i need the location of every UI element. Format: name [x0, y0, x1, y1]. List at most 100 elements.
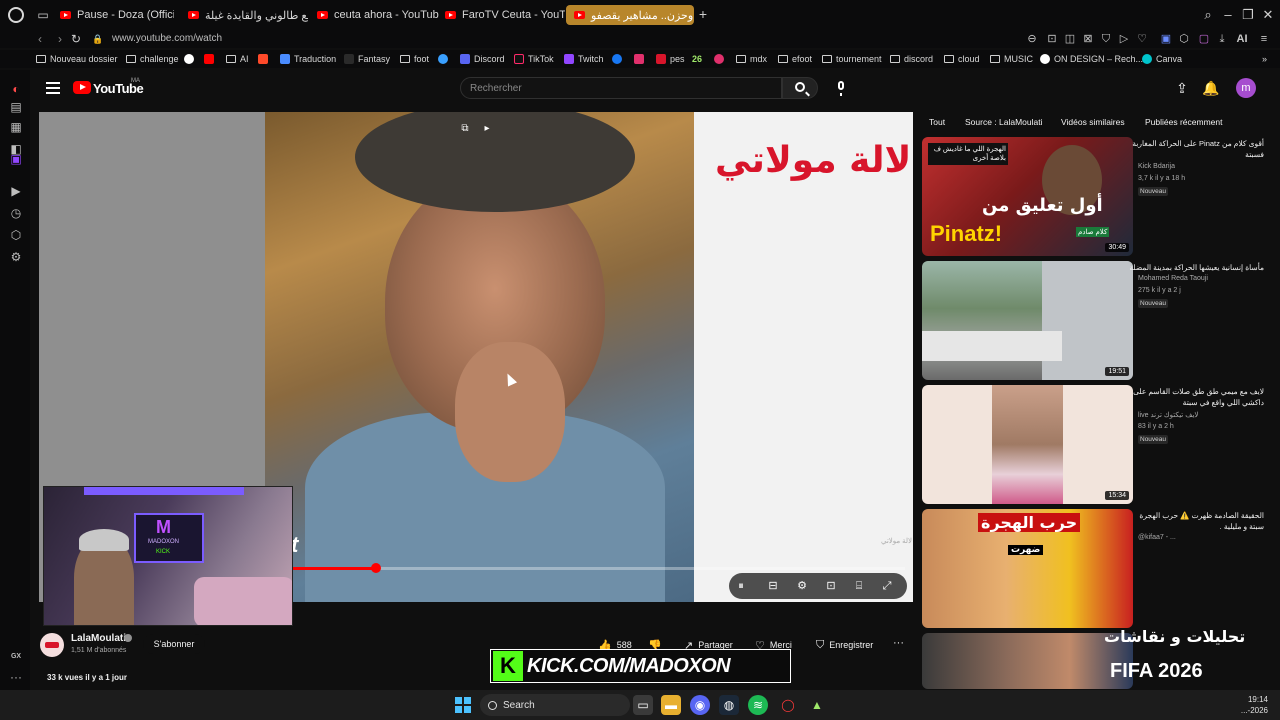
tab-island-icon[interactable]: ▭	[36, 8, 50, 22]
cast-icon[interactable]: ⌸	[851, 579, 867, 593]
tab-3[interactable]: ceuta ahora - YouTube	[309, 5, 439, 25]
bookmark-challenge[interactable]: challenge	[126, 52, 179, 66]
bookmark-google[interactable]	[184, 52, 194, 66]
rec-thumbnail-5[interactable]	[922, 633, 1133, 689]
search-tabs-icon[interactable]: ⌕	[1200, 7, 1216, 23]
gx-corner-icon[interactable]: ▦	[9, 120, 23, 134]
close-icon[interactable]: ✕	[1260, 7, 1276, 23]
settings-icon[interactable]: ⚙	[9, 250, 23, 264]
url-field[interactable]: www.youtube.com/watch	[112, 32, 222, 46]
adblock-icon[interactable]: ⊠	[1080, 31, 1096, 47]
gx-label[interactable]: GX	[9, 650, 23, 664]
rec-title-4[interactable]: الحقيقة الصادمة ظهرت ⚠️ حرب الهجرة سبتة …	[1124, 510, 1264, 532]
hamburger-menu-icon[interactable]	[46, 82, 60, 94]
bookmark-tiktok[interactable]: TikTok	[514, 52, 554, 66]
tab-4[interactable]: FaroTV Ceuta - YouTube	[437, 5, 565, 25]
twitch-sidebar-icon[interactable]: ▣	[9, 152, 23, 166]
aria-icon[interactable]: ◐	[9, 82, 23, 96]
play-icon[interactable]: ▷	[1116, 31, 1132, 47]
new-tab-button[interactable]: +	[696, 7, 710, 21]
progress-scrubber[interactable]	[370, 563, 381, 573]
bookmark-on-design[interactable]: ON DESIGN – Rech...	[1040, 52, 1143, 66]
bookmark-instagram[interactable]	[634, 52, 644, 66]
bookmark-efoot[interactable]: efoot	[778, 52, 812, 66]
bookmark-app2[interactable]	[438, 52, 448, 66]
chip-similar[interactable]: Vidéos similaires	[1061, 115, 1125, 129]
zoom-icon[interactable]: ⊖	[1024, 31, 1040, 47]
create-upload-icon[interactable]: ⇪	[1173, 79, 1191, 97]
bookmark-ai[interactable]: AI	[226, 52, 249, 66]
player-sidebar-icon[interactable]: ▶	[9, 184, 23, 198]
chip-all[interactable]: Tout	[929, 115, 945, 129]
miniplayer-toggle-icon[interactable]: ⊡	[823, 579, 839, 593]
rec-channel-2[interactable]: Mohamed Reda Taouji	[1138, 275, 1208, 282]
pause-icon[interactable]: ⏸	[733, 579, 749, 593]
spotify-icon[interactable]: ≋	[748, 695, 768, 715]
channel-name[interactable]: LalaMoulati	[71, 633, 126, 644]
bookmark-app3[interactable]	[714, 52, 724, 66]
tab-1[interactable]: Pause - Doza (Official Audi	[52, 5, 174, 25]
bookmark-facebook[interactable]	[612, 52, 622, 66]
easy-setup-icon[interactable]: ≡	[1256, 31, 1272, 47]
bookmark-youtube[interactable]	[204, 52, 214, 66]
task-view-icon[interactable]: ▭	[633, 695, 653, 715]
fullscreen-icon[interactable]: ⤢	[879, 579, 895, 593]
search-button[interactable]	[782, 77, 818, 99]
more-actions-icon[interactable]: ···	[893, 637, 904, 649]
search-input[interactable]	[470, 83, 770, 94]
tab-5-active[interactable]: غضب وحزن.. مشاهير يقصفو	[566, 5, 694, 25]
bookmark-traduction[interactable]: Traduction	[280, 52, 336, 66]
sidebar-more-icon[interactable]: ···	[9, 670, 23, 684]
rec-channel-1[interactable]: Kick Bdarija	[1138, 163, 1175, 170]
rec-title-2[interactable]: مأساة إنسانية يعيشها الحراكة بمدينة المض…	[1124, 262, 1264, 273]
chip-source[interactable]: Source : LalaMoulati	[965, 115, 1043, 129]
progress-bar[interactable]	[293, 563, 905, 573]
bookmark-twitch[interactable]: Twitch	[564, 52, 604, 66]
bookmarks-overflow-icon[interactable]: »	[1262, 52, 1267, 66]
minimize-icon[interactable]: –	[1220, 7, 1236, 23]
translate-icon[interactable]: ▣	[1158, 31, 1174, 47]
heart-icon[interactable]: ♡	[1134, 31, 1150, 47]
reload-icon[interactable]: ↻	[68, 31, 84, 47]
rec-thumbnail-3[interactable]: 15:34	[922, 385, 1133, 504]
profile-ext-icon[interactable]: ▢	[1196, 31, 1212, 47]
rec-thumbnail-2[interactable]: 19:51	[922, 261, 1133, 380]
rec-channel-4[interactable]: @kifaa7 - ...	[1138, 534, 1176, 541]
miniplayer-icon[interactable]: ⧉	[459, 123, 471, 135]
file-explorer-icon[interactable]: ▬	[661, 695, 681, 715]
next-frame-icon[interactable]: ▸	[481, 123, 493, 135]
opera-logo-icon[interactable]	[8, 7, 24, 23]
bookmark-mdx[interactable]: mdx	[736, 52, 767, 66]
system-clock[interactable]: 19:14 ...-2026	[1222, 694, 1268, 716]
rec-title-3[interactable]: لايف مع ميمي طق طق صلات القاسم على داكشي…	[1124, 386, 1264, 408]
opera-gx-taskbar-icon[interactable]: ◯	[778, 695, 798, 715]
aria-ai-button[interactable]: AI	[1232, 31, 1252, 47]
subscribe-button[interactable]: S'abonner	[143, 634, 205, 654]
extensions-icon[interactable]: ⬡	[1176, 31, 1192, 47]
bookmark-page-icon[interactable]: ⊡	[1044, 31, 1060, 47]
extensions-sidebar-icon[interactable]: ⬡	[9, 228, 23, 242]
voice-search-button[interactable]	[830, 77, 852, 99]
downloads-icon[interactable]: ⤓	[1214, 31, 1230, 47]
forward-icon[interactable]: ›	[52, 31, 68, 47]
snapshot-icon[interactable]: ◫	[1062, 31, 1078, 47]
chip-recent[interactable]: Publiées récemment	[1145, 115, 1222, 129]
bookmark-music[interactable]: MUSIC	[990, 52, 1033, 66]
shield-icon[interactable]: ⛉	[1098, 31, 1114, 47]
bookmark-discord-folder[interactable]: discord	[890, 52, 933, 66]
rec-channel-3[interactable]: live لايف تيكتوك ترند	[1138, 411, 1198, 419]
bookmark-canva[interactable]: Canva	[1142, 52, 1182, 66]
bookmark-discord[interactable]: Discord	[460, 52, 505, 66]
bookmark-pes[interactable]: pes	[656, 52, 685, 66]
rec-thumbnail-1[interactable]: الهجرة اللي ما غاديش ف بلاصة أخرى أول تع…	[922, 137, 1133, 256]
taskbar-search[interactable]: Search	[480, 694, 630, 716]
history-icon[interactable]: ◷	[9, 206, 23, 220]
youtube-logo-icon[interactable]	[73, 81, 91, 94]
player-icon[interactable]: ▤	[9, 100, 23, 114]
bookmark-foot[interactable]: foot	[400, 52, 429, 66]
maximize-icon[interactable]: ❐	[1240, 7, 1256, 23]
back-icon[interactable]: ‹	[32, 31, 48, 47]
channel-avatar[interactable]	[40, 633, 64, 657]
bookmark-tournement[interactable]: tournement	[822, 52, 882, 66]
bookmark-nouveau-dossier[interactable]: Nouveau dossier	[36, 52, 118, 66]
